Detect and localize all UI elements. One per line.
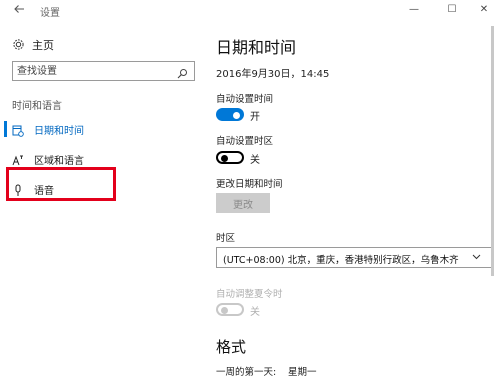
back-arrow-icon[interactable] bbox=[12, 3, 26, 17]
dst-state: 关 bbox=[250, 307, 260, 318]
first-day-label: 一周的第一天: bbox=[216, 367, 277, 378]
scroll-thumb[interactable] bbox=[491, 26, 494, 276]
first-day-value: 星期一 bbox=[288, 367, 317, 378]
settings-window: 设置 — ☐ ✕ 主页 时间和语言 日期和时间 bbox=[0, 0, 500, 379]
page-title: 日期和时间 bbox=[216, 38, 297, 57]
dst-label: 自动调整夏令时 bbox=[216, 289, 283, 300]
sidebar-item-label: 区域和语言 bbox=[34, 156, 84, 167]
sidebar: 主页 时间和语言 日期和时间 区域和语言 语音 bbox=[0, 22, 200, 379]
window-title: 设置 bbox=[40, 8, 60, 19]
toggle-knob bbox=[221, 155, 228, 162]
timezone-value: (UTC+08:00) 北京，重庆，香港特别行政区，乌鲁木齐 bbox=[223, 255, 459, 266]
current-datetime: 2016年9月30日，14:45 bbox=[216, 69, 330, 80]
scrollbar[interactable] bbox=[489, 22, 497, 379]
auto-time-label: 自动设置时间 bbox=[216, 94, 274, 105]
sidebar-home-label: 主页 bbox=[32, 39, 54, 52]
title-bar: 设置 — ☐ ✕ bbox=[0, 0, 500, 22]
sidebar-item-datetime[interactable]: 日期和时间 bbox=[0, 118, 200, 140]
search-box[interactable] bbox=[12, 61, 195, 81]
search-input[interactable] bbox=[17, 64, 167, 78]
auto-time-state: 开 bbox=[250, 112, 260, 123]
format-section-title: 格式 bbox=[216, 338, 247, 356]
close-button[interactable]: ✕ bbox=[476, 3, 492, 17]
language-icon bbox=[12, 152, 24, 166]
change-datetime-button[interactable]: 更改 bbox=[216, 193, 270, 213]
calendar-clock-icon bbox=[12, 122, 24, 137]
main-content: 日期和时间 2016年9月30日，14:45 自动设置时间 开 自动设置时区 关… bbox=[200, 22, 500, 379]
sidebar-item-label: 日期和时间 bbox=[34, 126, 84, 137]
auto-timezone-label: 自动设置时区 bbox=[216, 136, 274, 147]
toggle-knob bbox=[221, 307, 228, 314]
toggle-knob bbox=[233, 112, 240, 119]
section-label: 时间和语言 bbox=[12, 101, 62, 112]
minimize-button[interactable]: — bbox=[406, 3, 422, 17]
active-indicator bbox=[4, 121, 7, 137]
auto-timezone-toggle[interactable] bbox=[216, 151, 244, 164]
gear-icon bbox=[12, 36, 26, 55]
annotation-highlight-box bbox=[6, 167, 116, 201]
maximize-button[interactable]: ☐ bbox=[444, 3, 460, 17]
auto-time-toggle[interactable] bbox=[216, 108, 244, 121]
timezone-label: 时区 bbox=[216, 233, 236, 244]
timezone-dropdown[interactable]: (UTC+08:00) 北京，重庆，香港特别行政区，乌鲁木齐 bbox=[216, 247, 492, 268]
auto-timezone-state: 关 bbox=[250, 155, 260, 166]
dst-toggle[interactable] bbox=[216, 303, 244, 316]
search-icon[interactable] bbox=[177, 64, 189, 79]
chevron-down-icon bbox=[472, 252, 481, 264]
change-datetime-label: 更改日期和时间 bbox=[216, 179, 283, 190]
